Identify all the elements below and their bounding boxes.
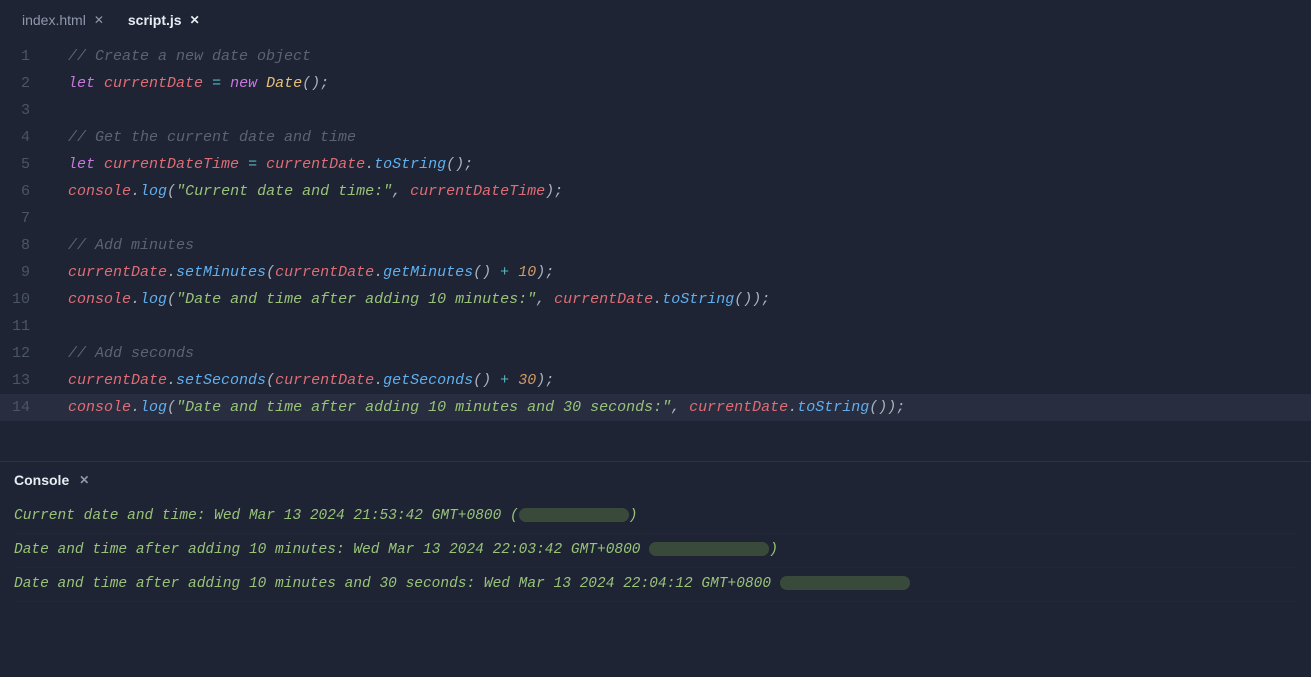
line-number: 13: [0, 367, 48, 394]
line-number: 7: [0, 205, 48, 232]
close-icon[interactable]: ✕: [79, 473, 89, 487]
code-line: 3: [0, 97, 1311, 124]
console-header: Console ✕: [0, 462, 1311, 496]
code-line: 9 currentDate.setMinutes(currentDate.get…: [0, 259, 1311, 286]
close-icon[interactable]: ✕: [94, 13, 104, 27]
line-number: 2: [0, 70, 48, 97]
code-editor[interactable]: 1 // Create a new date object 2 let curr…: [0, 35, 1311, 441]
editor-tabs: index.html ✕ script.js ✕: [0, 0, 1311, 35]
code-line: 11: [0, 313, 1311, 340]
redacted-text: [649, 542, 769, 556]
line-number: 6: [0, 178, 48, 205]
console-panel: Console ✕ Current date and time: Wed Mar…: [0, 461, 1311, 606]
close-icon[interactable]: ✕: [190, 13, 200, 27]
code-line: 1 // Create a new date object: [0, 43, 1311, 70]
code-line: 14 console.log("Date and time after addi…: [0, 394, 1311, 421]
code-line: 2 let currentDate = new Date();: [0, 70, 1311, 97]
tab-label: index.html: [22, 12, 86, 28]
code-line: 8 // Add minutes: [0, 232, 1311, 259]
line-number: 12: [0, 340, 48, 367]
tab-label: script.js: [128, 12, 182, 28]
code-line: 12 // Add seconds: [0, 340, 1311, 367]
line-number: 14: [0, 394, 48, 421]
console-output[interactable]: Current date and time: Wed Mar 13 2024 2…: [0, 496, 1311, 606]
code-line: 4 // Get the current date and time: [0, 124, 1311, 151]
code-line: 5 let currentDateTime = currentDate.toSt…: [0, 151, 1311, 178]
code-line: 7: [0, 205, 1311, 232]
code-line: 6 console.log("Current date and time:", …: [0, 178, 1311, 205]
console-line: Date and time after adding 10 minutes an…: [14, 568, 1297, 602]
console-line: Date and time after adding 10 minutes: W…: [14, 534, 1297, 568]
redacted-text: [780, 576, 910, 590]
tab-script-js[interactable]: script.js ✕: [118, 6, 210, 34]
line-number: 9: [0, 259, 48, 286]
line-number: 10: [0, 286, 48, 313]
line-number: 8: [0, 232, 48, 259]
line-number: 5: [0, 151, 48, 178]
line-number: 4: [0, 124, 48, 151]
console-title: Console: [14, 472, 69, 488]
console-line: Current date and time: Wed Mar 13 2024 2…: [14, 500, 1297, 534]
line-number: 11: [0, 313, 48, 340]
redacted-text: [519, 508, 629, 522]
code-line: 13 currentDate.setSeconds(currentDate.ge…: [0, 367, 1311, 394]
tab-index-html[interactable]: index.html ✕: [12, 6, 114, 34]
line-number: 3: [0, 97, 48, 124]
line-number: 1: [0, 43, 48, 70]
code-line: 10 console.log("Date and time after addi…: [0, 286, 1311, 313]
